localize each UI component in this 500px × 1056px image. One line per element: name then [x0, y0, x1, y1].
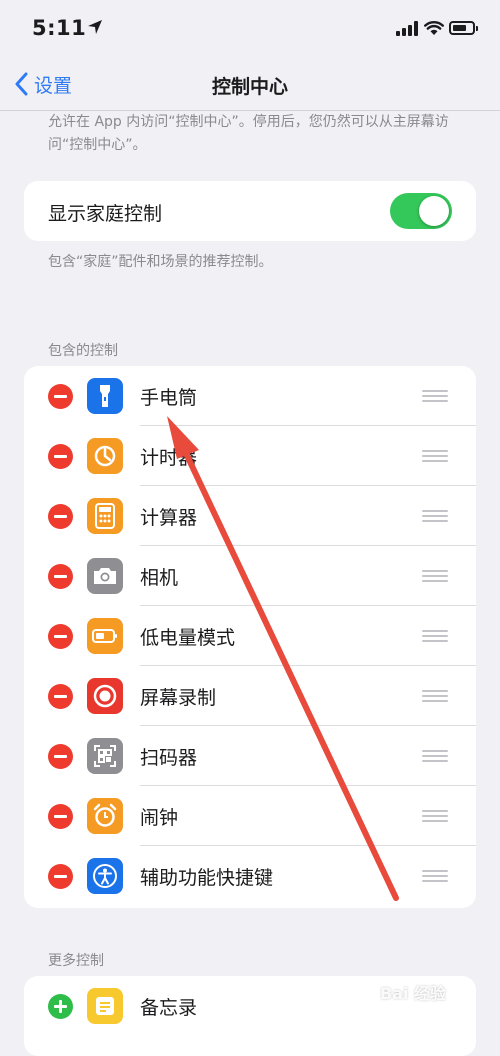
reorder-handle[interactable]: [422, 750, 448, 763]
list-item-timer[interactable]: 计时器: [24, 426, 476, 486]
list-item-screen-recording[interactable]: 屏幕录制: [24, 666, 476, 726]
reorder-handle[interactable]: [422, 810, 448, 823]
accessibility-icon: [87, 858, 123, 894]
wifi-icon: [424, 21, 444, 35]
timer-icon: [87, 438, 123, 474]
list-item-low-power[interactable]: 低电量模式: [24, 606, 476, 666]
home-control-label: 显示家庭控制: [48, 203, 163, 225]
remove-button[interactable]: [48, 504, 73, 529]
included-controls-list: 手电筒 计时器 计算器 相机 低电量模式 屏幕录制 扫码器 闹钟 辅助功能快捷键: [24, 366, 476, 908]
watermark: Bai 经验: [380, 984, 447, 1003]
reorder-handle[interactable]: [422, 510, 448, 523]
battery-icon: [87, 618, 123, 654]
control-label: 相机: [140, 567, 179, 589]
list-item-camera[interactable]: 相机: [24, 546, 476, 606]
control-label: 扫码器: [140, 747, 198, 769]
home-control-toggle[interactable]: [390, 193, 452, 229]
location-arrow-icon: [88, 20, 102, 34]
home-control-card: 显示家庭控制: [24, 181, 476, 241]
control-label: 备忘录: [140, 997, 198, 1019]
control-label: 手电筒: [140, 387, 198, 409]
reorder-handle[interactable]: [422, 630, 448, 643]
status-time: 5:11: [32, 16, 87, 40]
remove-button[interactable]: [48, 384, 73, 409]
home-control-description: 包含“家庭”配件和场景的推荐控制。: [48, 254, 273, 270]
alarm-icon: [87, 798, 123, 834]
control-label: 闹钟: [140, 807, 179, 829]
control-label: 辅助功能快捷键: [140, 867, 274, 889]
included-controls-header: 包含的控制: [48, 343, 118, 359]
list-item-accessibility-shortcut[interactable]: 辅助功能快捷键: [24, 846, 476, 906]
control-label: 屏幕录制: [140, 687, 217, 709]
remove-button[interactable]: [48, 684, 73, 709]
add-button[interactable]: [48, 994, 73, 1019]
remove-button[interactable]: [48, 804, 73, 829]
control-label: 计时器: [140, 447, 198, 469]
control-label: 计算器: [140, 507, 198, 529]
list-item-flashlight[interactable]: 手电筒: [24, 366, 476, 426]
reorder-handle[interactable]: [422, 870, 448, 883]
remove-button[interactable]: [48, 624, 73, 649]
reorder-handle[interactable]: [422, 450, 448, 463]
remove-button[interactable]: [48, 744, 73, 769]
remove-button[interactable]: [48, 864, 73, 889]
remove-button[interactable]: [48, 444, 73, 469]
qr-scanner-icon: [87, 738, 123, 774]
reorder-handle[interactable]: [422, 690, 448, 703]
list-item-alarm[interactable]: 闹钟: [24, 786, 476, 846]
toggle-knob: [419, 196, 449, 226]
more-controls-header: 更多控制: [48, 953, 104, 969]
page-title: 控制中心: [211, 76, 288, 98]
reorder-handle[interactable]: [422, 570, 448, 583]
navigation-bar: 设置 控制中心: [0, 58, 500, 111]
list-item-code-scanner[interactable]: 扫码器: [24, 726, 476, 786]
notes-icon: [87, 988, 123, 1024]
status-bar: 5:11: [0, 0, 500, 60]
control-label: 低电量模式: [140, 627, 236, 649]
flashlight-icon: [87, 378, 123, 414]
access-description: 允许在 App 内访问“控制中心”。停用后，您仍然可以从主屏幕访问“控制中心”。: [48, 114, 449, 153]
calculator-icon: [87, 498, 123, 534]
camera-icon: [87, 558, 123, 594]
remove-button[interactable]: [48, 564, 73, 589]
reorder-handle[interactable]: [422, 390, 448, 403]
screen-record-icon: [87, 678, 123, 714]
cellular-signal-icon: [396, 21, 418, 36]
list-item-calculator[interactable]: 计算器: [24, 486, 476, 546]
battery-status-icon: [449, 21, 478, 35]
